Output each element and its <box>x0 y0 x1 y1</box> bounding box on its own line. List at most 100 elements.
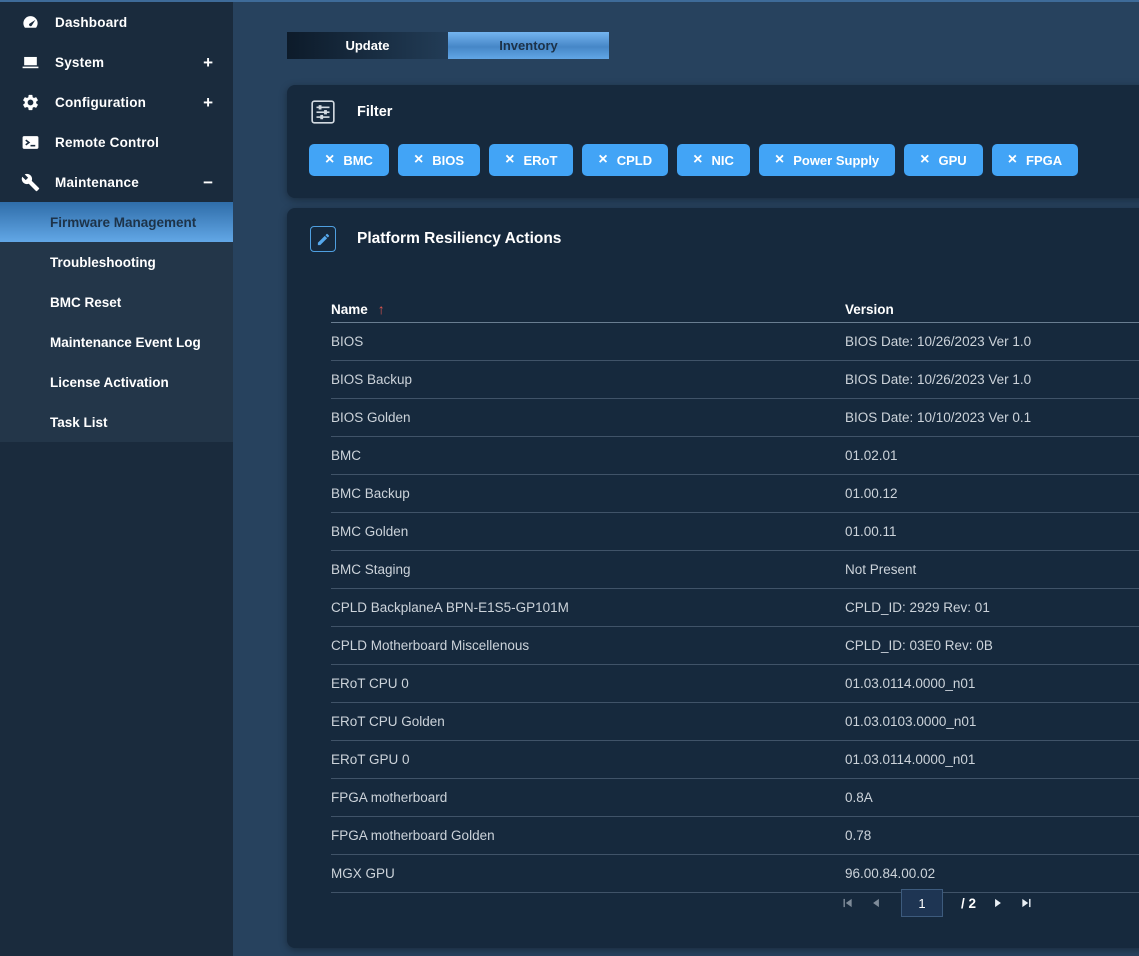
cell-name: BMC Backup <box>331 486 845 501</box>
chip-remove-icon[interactable]: × <box>598 152 607 168</box>
sidebar-item-remote-control[interactable]: Remote Control <box>0 122 233 162</box>
sidebar-subitem-bmc-reset[interactable]: BMC Reset <box>0 282 233 322</box>
tab-inventory[interactable]: Inventory <box>448 32 609 59</box>
chip-label: BIOS <box>432 153 464 168</box>
column-header-version[interactable]: Version <box>845 302 1139 317</box>
next-page-button[interactable] <box>991 896 1005 910</box>
cell-name: BMC Staging <box>331 562 845 577</box>
chip-label: FPGA <box>1026 153 1062 168</box>
filter-chip-cpld[interactable]: × CPLD <box>582 144 668 176</box>
sidebar-subitem-license-activation[interactable]: License Activation <box>0 362 233 402</box>
sidebar-subitem-maintenance-event-log[interactable]: Maintenance Event Log <box>0 322 233 362</box>
cell-version: CPLD_ID: 03E0 Rev: 0B <box>845 638 1139 653</box>
cell-version: 01.03.0114.0000_n01 <box>845 676 1139 691</box>
filter-chip-bios[interactable]: × BIOS <box>398 144 480 176</box>
firmware-table: Name ↑ Version BIOSBIOS Date: 10/26/2023… <box>331 296 1139 893</box>
cell-name: MGX GPU <box>331 866 845 881</box>
cell-version: 01.02.01 <box>845 448 1139 463</box>
table-row: CPLD Motherboard MiscellenousCPLD_ID: 03… <box>331 627 1139 665</box>
previous-page-button[interactable] <box>869 896 883 910</box>
chip-label: NIC <box>711 153 733 168</box>
chip-label: GPU <box>939 153 967 168</box>
sidebar-item-label: Maintenance <box>55 175 139 190</box>
filter-chip-fpga[interactable]: × FPGA <box>992 144 1078 176</box>
sort-ascending-icon[interactable]: ↑ <box>378 301 385 317</box>
filter-chip-power-supply[interactable]: × Power Supply <box>759 144 895 176</box>
sidebar: DashboardSystem+ Configuration + Remote Con… <box>0 2 233 956</box>
main-content: UpdateInventory Filter ×BMC×BIOS×ERoT×CP… <box>233 2 1139 956</box>
table-row: BIOS GoldenBIOS Date: 10/10/2023 Ver 0.1 <box>331 399 1139 437</box>
sidebar-item-system[interactable]: System+ <box>0 42 233 82</box>
chip-remove-icon[interactable]: × <box>414 152 423 168</box>
sidebar-item-maintenance[interactable]: Maintenance − <box>0 162 233 202</box>
cell-version: 01.03.0114.0000_n01 <box>845 752 1139 767</box>
expand-plus-icon[interactable]: + <box>203 94 213 111</box>
chip-remove-icon[interactable]: × <box>693 152 702 168</box>
chip-label: CPLD <box>617 153 652 168</box>
table-body: BIOSBIOS Date: 10/26/2023 Ver 1.0BIOS Ba… <box>331 323 1139 893</box>
cell-version: 01.00.12 <box>845 486 1139 501</box>
table-header-row: Name ↑ Version <box>331 296 1139 323</box>
tab-bar: Update Inventory <box>287 32 609 59</box>
table-row: BMC Golden01.00.11 <box>331 513 1139 551</box>
sidebar-subitem-label: License Activation <box>50 375 169 390</box>
inventory-panel-header: Platform Resiliency Actions <box>310 226 561 252</box>
first-page-button[interactable] <box>840 896 854 910</box>
wrench-icon <box>20 172 40 192</box>
page-number-input[interactable] <box>901 889 943 917</box>
chip-remove-icon[interactable]: × <box>505 152 514 168</box>
gear-icon <box>20 92 40 112</box>
pagination: / 2 <box>331 888 1139 918</box>
cell-name: FPGA motherboard <box>331 790 845 805</box>
sidebar-item-dashboard[interactable]: Dashboard <box>0 2 233 42</box>
cell-name: BIOS <box>331 334 845 349</box>
cell-version: 01.03.0103.0000_n01 <box>845 714 1139 729</box>
column-header-name[interactable]: Name ↑ <box>331 301 845 317</box>
chip-label: Power Supply <box>793 153 879 168</box>
tab-update[interactable]: Update <box>287 32 448 59</box>
cell-name: CPLD Motherboard Miscellenous <box>331 638 845 653</box>
sidebar-item-label: Configuration <box>55 95 146 110</box>
cell-version: BIOS Date: 10/10/2023 Ver 0.1 <box>845 410 1139 425</box>
sidebar-item-configuration[interactable]: Configuration + <box>0 82 233 122</box>
firmware-inventory-panel: Platform Resiliency Actions Name ↑ Versi… <box>287 208 1139 948</box>
table-row: CPLD BackplaneA BPN-E1S5-GP101MCPLD_ID: … <box>331 589 1139 627</box>
chip-remove-icon[interactable]: × <box>325 152 334 168</box>
cell-name: ERoT CPU 0 <box>331 676 845 691</box>
expand-plus-icon[interactable]: + <box>203 54 213 71</box>
tab-label: Inventory <box>499 38 558 53</box>
pencil-icon <box>310 226 336 252</box>
collapse-minus-icon[interactable]: − <box>203 174 213 191</box>
chip-remove-icon[interactable]: × <box>1008 152 1017 168</box>
table-row: BMC StagingNot Present <box>331 551 1139 589</box>
filter-chips: ×BMC×BIOS×ERoT×CPLD×NIC×Power Supply×GPU… <box>309 144 1078 176</box>
sidebar-subitem-task-list[interactable]: Task List <box>0 402 233 442</box>
cell-name: BIOS Golden <box>331 410 845 425</box>
sidebar-subitem-label: Troubleshooting <box>50 255 156 270</box>
cell-name: ERoT CPU Golden <box>331 714 845 729</box>
cell-name: BMC <box>331 448 845 463</box>
page-total-label: / 2 <box>961 896 976 911</box>
sidebar-subitem-firmware-management[interactable]: Firmware Management <box>0 202 233 242</box>
tab-label: Update <box>345 38 389 53</box>
cell-version: CPLD_ID: 2929 Rev: 01 <box>845 600 1139 615</box>
cell-version: Not Present <box>845 562 1139 577</box>
cell-name: CPLD BackplaneA BPN-E1S5-GP101M <box>331 600 845 615</box>
filter-chip-nic[interactable]: × NIC <box>677 144 750 176</box>
sidebar-subitem-label: Task List <box>50 415 108 430</box>
sidebar-subitem-label: Firmware Management <box>50 215 196 230</box>
sidebar-subitem-troubleshooting[interactable]: Troubleshooting <box>0 242 233 282</box>
cell-version: BIOS Date: 10/26/2023 Ver 1.0 <box>845 334 1139 349</box>
sidebar-nav: DashboardSystem+ Configuration + Remote Con… <box>0 2 233 202</box>
gauge-icon <box>20 12 40 32</box>
sidebar-subitem-label: BMC Reset <box>50 295 121 310</box>
last-page-button[interactable] <box>1020 896 1034 910</box>
filter-chip-bmc[interactable]: ×BMC <box>309 144 389 176</box>
chip-remove-icon[interactable]: × <box>920 152 929 168</box>
filter-chip-erot[interactable]: ×ERoT <box>489 144 573 176</box>
chip-remove-icon[interactable]: × <box>775 152 784 168</box>
filter-panel: Filter ×BMC×BIOS×ERoT×CPLD×NIC×Power Sup… <box>287 85 1139 198</box>
sidebar-subitem-label: Maintenance Event Log <box>50 335 201 350</box>
column-header-name-label: Name <box>331 302 368 317</box>
filter-chip-gpu[interactable]: × GPU <box>904 144 983 176</box>
